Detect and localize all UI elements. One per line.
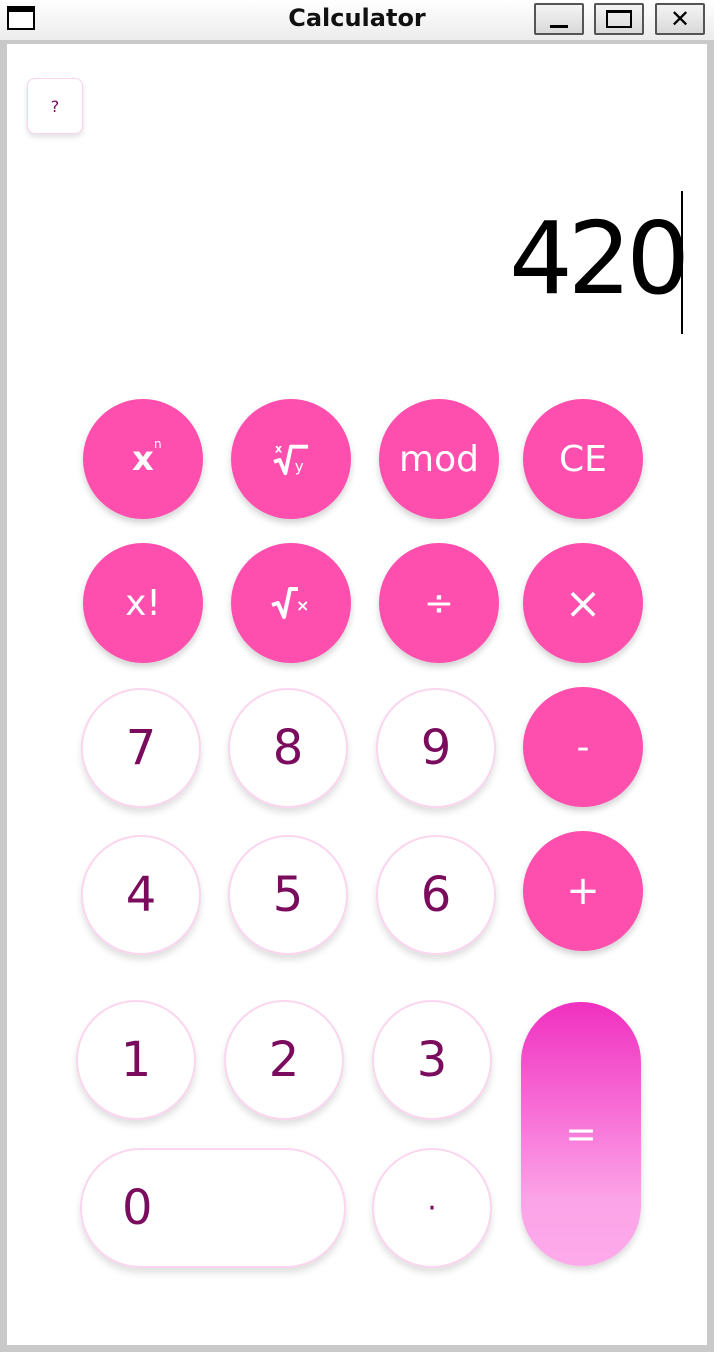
digit-5-label: 5 (272, 867, 304, 923)
help-label: ? (50, 96, 60, 116)
svg-text:y: y (295, 457, 304, 475)
clear-entry-button[interactable]: CE (523, 399, 643, 519)
digit-4-button[interactable]: 4 (81, 835, 201, 955)
minus-button[interactable]: - (523, 687, 643, 807)
calculator-body: ? 420 xn x y mod CE x! × ÷ × 7 8 9 - 4 5… (7, 44, 707, 1345)
equals-icon: = (565, 1112, 597, 1156)
digit-6-button[interactable]: 6 (376, 835, 496, 955)
decimal-point-icon: · (427, 1190, 437, 1226)
power-button[interactable]: xn (83, 399, 203, 519)
minus-icon: - (576, 726, 590, 768)
plus-icon: + (566, 868, 600, 914)
digit-5-button[interactable]: 5 (228, 835, 348, 955)
digit-7-button[interactable]: 7 (81, 688, 201, 808)
decimal-button[interactable]: · (372, 1148, 492, 1268)
close-icon: ✕ (669, 5, 691, 33)
digit-3-label: 3 (416, 1032, 448, 1088)
text-cursor (681, 191, 683, 334)
square-root-button[interactable]: × (231, 543, 351, 663)
digit-9-label: 9 (420, 720, 452, 776)
digit-1-label: 1 (120, 1032, 152, 1088)
display-value[interactable]: 420 (509, 209, 690, 309)
maximize-button[interactable] (594, 3, 644, 35)
plus-button[interactable]: + (523, 831, 643, 951)
digit-7-label: 7 (125, 720, 157, 776)
digit-3-button[interactable]: 3 (372, 1000, 492, 1120)
equals-button[interactable]: = (521, 1002, 641, 1266)
mod-button[interactable]: mod (379, 399, 499, 519)
digit-0-label: 0 (122, 1180, 153, 1236)
digit-8-label: 8 (272, 720, 304, 776)
digit-1-button[interactable]: 1 (76, 1000, 196, 1120)
help-button[interactable]: ? (27, 78, 83, 134)
clear-entry-label: CE (559, 438, 607, 480)
multiply-button[interactable]: × (523, 543, 643, 663)
divide-button[interactable]: ÷ (379, 543, 499, 663)
nth-root-icon: x y (273, 441, 309, 475)
multiply-icon: × (564, 577, 602, 629)
digit-8-button[interactable]: 8 (228, 688, 348, 808)
close-button[interactable]: ✕ (655, 3, 705, 35)
digit-0-button[interactable]: 0 (80, 1148, 346, 1268)
nth-root-button[interactable]: x y (231, 399, 351, 519)
power-icon: xn (132, 437, 162, 479)
digit-6-label: 6 (420, 867, 452, 923)
factorial-label: x! (125, 582, 161, 624)
digit-2-label: 2 (268, 1032, 300, 1088)
mod-label: mod (399, 438, 479, 480)
digit-4-label: 4 (125, 867, 157, 923)
factorial-button[interactable]: x! (83, 543, 203, 663)
square-root-icon: × (271, 587, 309, 619)
minimize-button[interactable] (534, 3, 584, 35)
digit-2-button[interactable]: 2 (224, 1000, 344, 1120)
divide-icon: ÷ (423, 582, 455, 624)
title-bar: Calculator ✕ (0, 0, 714, 40)
digit-9-button[interactable]: 9 (376, 688, 496, 808)
maximize-icon (606, 10, 632, 28)
svg-text:x: x (275, 441, 283, 455)
minimize-icon (550, 24, 568, 28)
svg-text:×: × (296, 596, 309, 615)
